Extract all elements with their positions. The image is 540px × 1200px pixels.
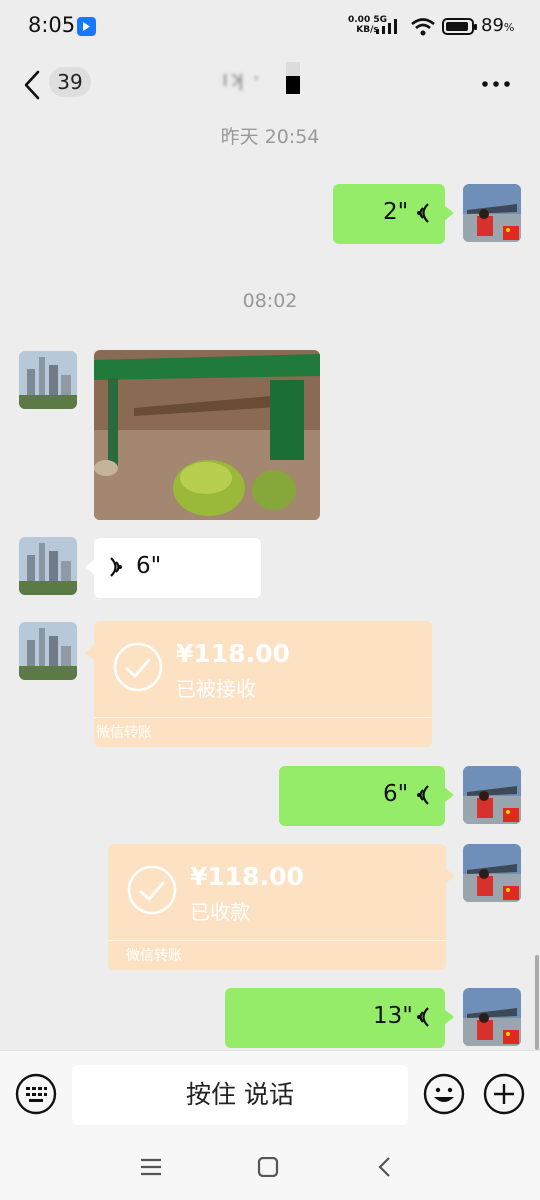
scrollbar[interactable] bbox=[535, 955, 539, 1050]
voice-icon bbox=[417, 1007, 429, 1027]
contact-avatar[interactable] bbox=[19, 622, 77, 680]
voice-icon bbox=[110, 557, 122, 577]
chat-title: ıʞ · bbox=[222, 67, 261, 92]
transfer-label: 微信转账 bbox=[96, 725, 152, 741]
image-message[interactable] bbox=[94, 350, 320, 520]
check-circle-icon bbox=[127, 865, 177, 915]
status-bar: 8:05 0.00 5G KB/s 89% bbox=[0, 0, 540, 52]
back-arrow-icon[interactable] bbox=[22, 70, 42, 100]
contact-avatar[interactable] bbox=[19, 351, 77, 409]
voice-duration: 6" bbox=[383, 781, 409, 807]
hold-to-talk-button[interactable]: 按住 说话 bbox=[72, 1065, 408, 1125]
voice-message-sent[interactable]: 2" bbox=[333, 184, 454, 244]
my-avatar[interactable] bbox=[463, 988, 521, 1046]
voice-message-sent[interactable]: 6" bbox=[279, 766, 454, 826]
transfer-card-received[interactable]: ¥118.00 已被接收 微信转账 bbox=[85, 621, 432, 747]
timestamp: 昨天 20:54 bbox=[220, 126, 320, 148]
status-time: 8:05 bbox=[28, 13, 76, 37]
transfer-amount: ¥118.00 bbox=[176, 639, 290, 668]
voice-icon bbox=[417, 203, 429, 223]
transfer-status: 已收款 bbox=[190, 900, 250, 924]
transfer-label: 微信转账 bbox=[126, 948, 182, 964]
title-redaction bbox=[286, 62, 300, 94]
my-avatar[interactable] bbox=[463, 766, 521, 824]
home-icon[interactable] bbox=[257, 1157, 279, 1177]
check-circle-icon bbox=[113, 642, 163, 692]
voice-icon bbox=[417, 785, 429, 805]
voice-message-received[interactable]: 6" bbox=[85, 538, 261, 598]
plus-icon[interactable] bbox=[483, 1073, 525, 1115]
more-icon[interactable] bbox=[481, 80, 511, 88]
signal-icon bbox=[376, 19, 397, 34]
transfer-card-sent[interactable]: ¥118.00 已收款 微信转账 bbox=[108, 844, 455, 970]
system-navigation-bar bbox=[0, 1135, 540, 1200]
voice-duration: 6" bbox=[136, 553, 162, 579]
divider bbox=[108, 940, 446, 941]
divider bbox=[94, 717, 432, 718]
chat-header: 39 ıʞ · bbox=[0, 52, 540, 112]
wifi-icon bbox=[411, 18, 435, 36]
voice-duration: 2" bbox=[383, 199, 409, 225]
voice-duration: 13" bbox=[373, 1003, 413, 1029]
transfer-amount: ¥118.00 bbox=[190, 862, 304, 891]
my-avatar[interactable] bbox=[463, 844, 521, 902]
input-bar: 按住 说话 bbox=[0, 1050, 540, 1136]
contact-avatar[interactable] bbox=[19, 537, 77, 595]
keyboard-icon[interactable] bbox=[15, 1073, 57, 1115]
battery-icon bbox=[442, 18, 477, 35]
voice-message-sent[interactable]: 13" bbox=[225, 988, 454, 1048]
menu-icon[interactable] bbox=[140, 1157, 162, 1177]
emoji-icon[interactable] bbox=[423, 1073, 465, 1115]
notification-app-icon bbox=[77, 17, 96, 36]
back-icon[interactable] bbox=[376, 1157, 394, 1177]
transfer-status: 已被接收 bbox=[176, 677, 256, 701]
my-avatar[interactable] bbox=[463, 184, 521, 242]
unread-count-badge[interactable]: 39 bbox=[49, 67, 91, 97]
battery-percent: 89% bbox=[481, 15, 515, 36]
timestamp: 08:02 bbox=[242, 290, 298, 312]
